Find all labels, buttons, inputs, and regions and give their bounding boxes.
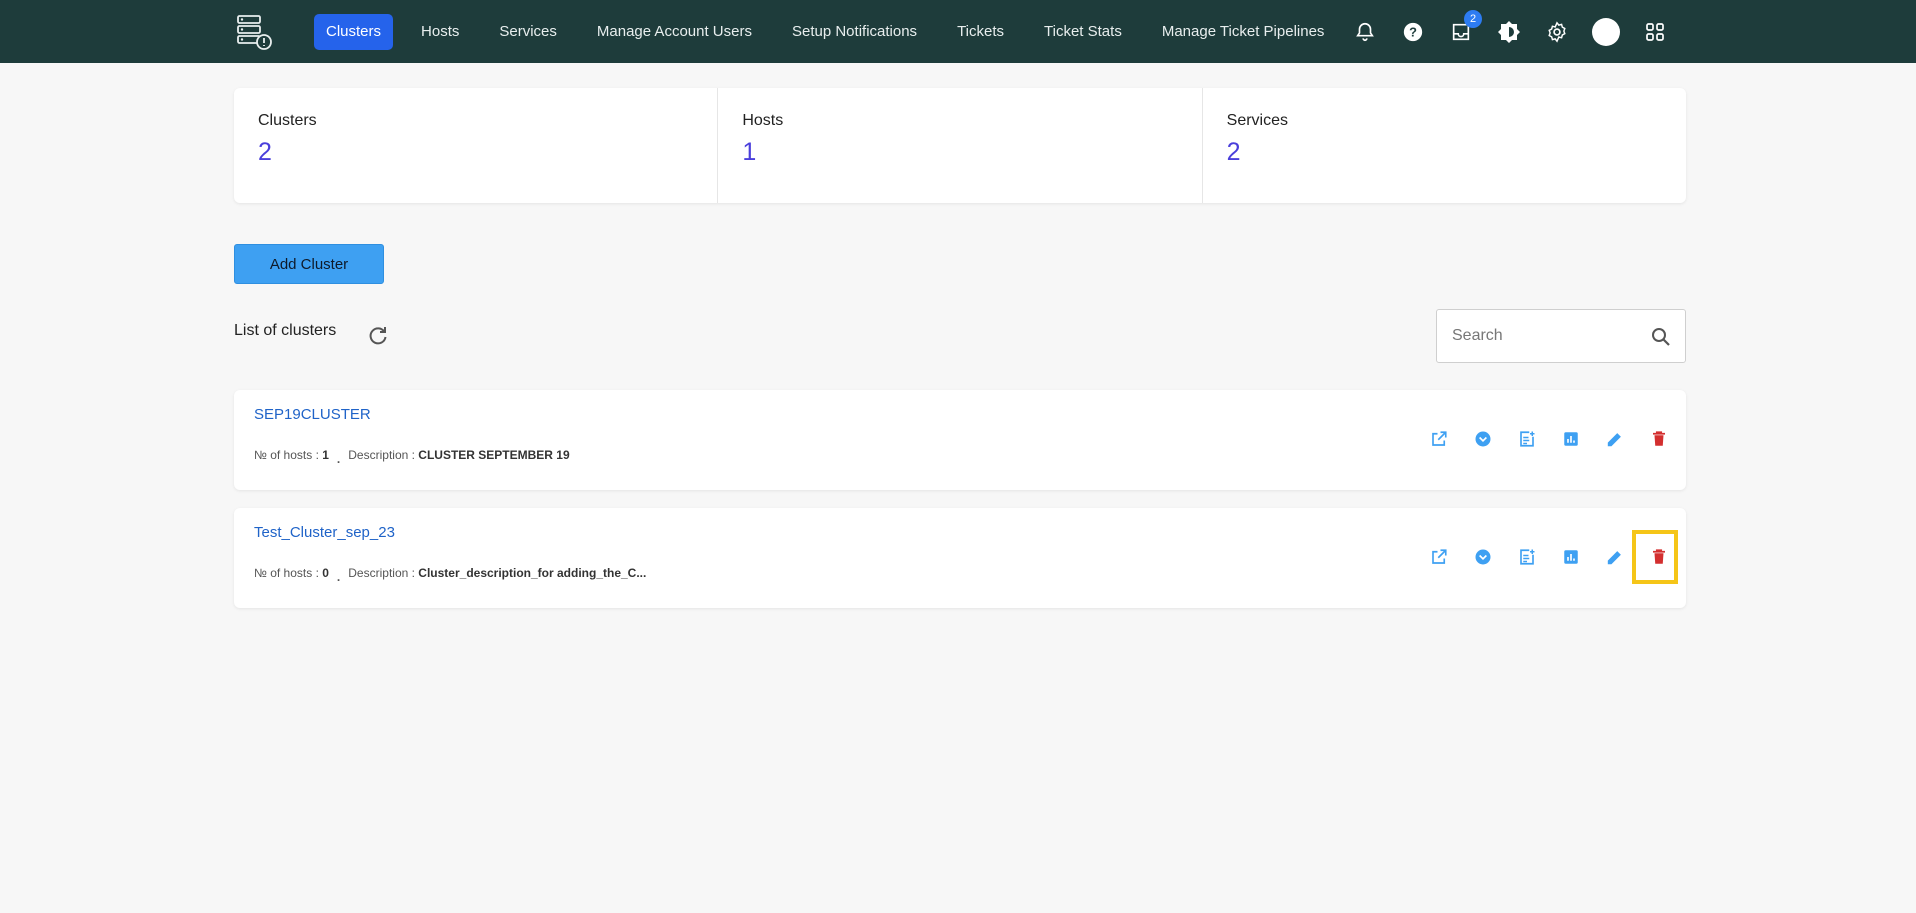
cluster-description: Cluster_description_for adding_the_C... <box>418 566 647 580</box>
list-title: List of clusters <box>234 322 337 339</box>
nav-ticket-stats[interactable]: Ticket Stats <box>1032 14 1134 50</box>
stat-label: Clusters <box>258 112 317 129</box>
edit-icon[interactable] <box>1602 426 1628 452</box>
description-label: Description : <box>348 448 419 462</box>
delete-icon[interactable] <box>1646 426 1672 452</box>
hosts-count: 1 <box>322 448 329 462</box>
open-external-icon[interactable] <box>1426 426 1452 452</box>
nav-services[interactable]: Services <box>487 14 569 50</box>
add-note-icon[interactable] <box>1514 426 1540 452</box>
top-navbar: Clusters Hosts Services Manage Account U… <box>0 0 1916 63</box>
open-external-icon[interactable] <box>1426 544 1452 570</box>
refresh-icon[interactable] <box>366 324 390 348</box>
add-note-icon[interactable] <box>1514 544 1540 570</box>
apps-icon[interactable] <box>1642 19 1668 45</box>
cluster-meta: № of hosts : 0. Description : Cluster_des… <box>254 566 647 584</box>
nav-manage-ticket-pipelines[interactable]: Manage Ticket Pipelines <box>1150 14 1337 50</box>
search-input[interactable] <box>1450 326 1644 346</box>
gear-icon[interactable] <box>1544 19 1570 45</box>
stat-services: Services 2 <box>1203 88 1686 203</box>
cluster-name-link[interactable]: Test_Cluster_sep_23 <box>254 524 395 541</box>
search-box <box>1436 309 1686 363</box>
cluster-name-link[interactable]: SEP19CLUSTER <box>254 406 371 423</box>
stat-value: 1 <box>742 138 757 166</box>
inbox-icon[interactable]: 2 <box>1448 9 1482 45</box>
stats-chart-icon[interactable] <box>1558 426 1584 452</box>
nav-clusters[interactable]: Clusters <box>314 14 394 50</box>
bell-icon[interactable] <box>1352 19 1378 45</box>
stat-label: Services <box>1226 112 1289 129</box>
meta-separator: . <box>336 452 341 466</box>
stat-value: 2 <box>1226 138 1241 166</box>
nav-hosts[interactable]: Hosts <box>409 14 471 50</box>
stat-value: 2 <box>258 138 272 166</box>
hosts-label: № of hosts : <box>254 448 323 462</box>
add-cluster-button[interactable]: Add Cluster <box>234 244 384 284</box>
help-icon[interactable]: ? <box>1400 19 1426 45</box>
cluster-meta: № of hosts : 1. Description : CLUSTER SEP… <box>254 448 570 466</box>
stat-hosts: Hosts 1 <box>718 88 1203 203</box>
main-nav: Clusters Hosts Services Manage Account U… <box>314 14 1352 50</box>
search-icon[interactable] <box>1649 325 1673 349</box>
nav-setup-notifications[interactable]: Setup Notifications <box>780 14 929 50</box>
hosts-label: № of hosts : <box>254 566 323 580</box>
expand-icon[interactable] <box>1470 426 1496 452</box>
nav-tickets[interactable]: Tickets <box>945 14 1016 50</box>
cluster-description: CLUSTER SEPTEMBER 19 <box>418 448 570 462</box>
description-label: Description : <box>348 566 419 580</box>
stats-summary: Clusters 2 Hosts 1 Services 2 <box>234 88 1686 203</box>
hosts-count: 0 <box>322 566 329 580</box>
expand-icon[interactable] <box>1470 544 1496 570</box>
svg-text:?: ? <box>1409 24 1417 39</box>
nav-icon-group: ? 2 <box>1352 0 1668 63</box>
stat-clusters: Clusters 2 <box>234 88 719 203</box>
cluster-card: Test_Cluster_sep_23 № of hosts : 0. Descr… <box>234 508 1686 608</box>
delete-icon[interactable] <box>1646 544 1672 570</box>
edit-icon[interactable] <box>1602 544 1628 570</box>
brightness-icon[interactable] <box>1496 19 1522 45</box>
inbox-badge: 2 <box>1464 9 1482 28</box>
nav-manage-account-users[interactable]: Manage Account Users <box>585 14 764 50</box>
meta-separator: . <box>336 570 341 584</box>
cluster-actions <box>1426 544 1672 570</box>
stats-chart-icon[interactable] <box>1558 544 1584 570</box>
logo-icon[interactable] <box>234 12 274 52</box>
cluster-card: SEP19CLUSTER № of hosts : 1. Description … <box>234 390 1686 490</box>
avatar[interactable] <box>1592 17 1620 46</box>
cluster-actions <box>1426 426 1672 452</box>
stat-label: Hosts <box>742 112 784 129</box>
